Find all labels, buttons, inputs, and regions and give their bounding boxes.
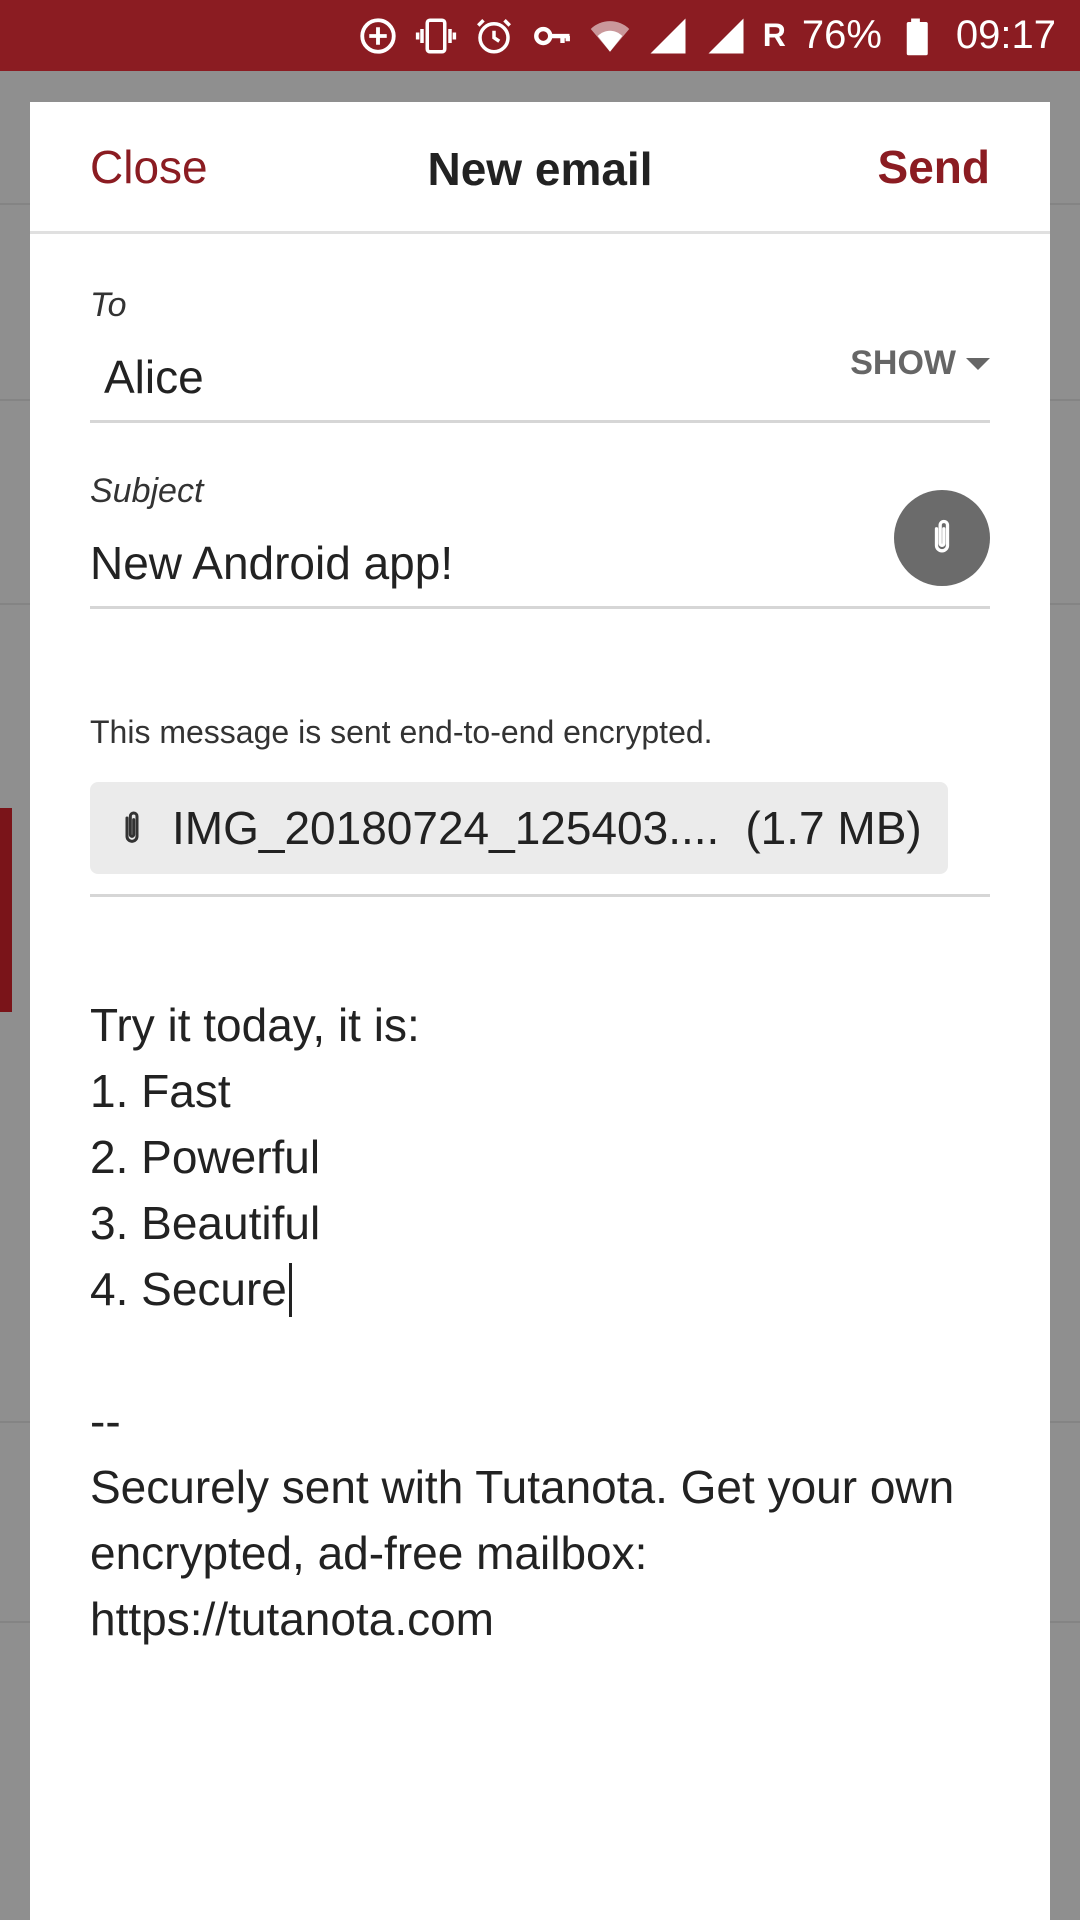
show-recipients-toggle[interactable]: SHOW [850,344,990,383]
alarm-icon [473,15,515,57]
body-line: Try it today, it is: [90,999,420,1051]
to-input[interactable] [104,350,704,404]
text-cursor [288,1263,292,1317]
signal-icon [647,15,689,57]
attachment-size: (1.7 MB) [745,802,922,854]
body-line: encrypted, ad-free mailbox: [90,1527,648,1579]
body-line: 3. Beautiful [90,1197,321,1249]
body-line: 4. Secure [90,1263,287,1315]
subject-input[interactable] [90,536,850,590]
body-line: 2. Powerful [90,1131,321,1183]
to-underline [90,420,990,423]
paperclip-icon [934,519,950,553]
signal-icon [705,15,747,57]
compose-dialog: Close New email Send To SHOW Subject Thi… [30,102,1050,1920]
battery-percent: 76% [801,13,882,57]
send-button[interactable]: Send [878,140,990,194]
body-line: 1. Fast [90,1065,231,1117]
vibrate-icon [415,15,457,57]
dialog-header: Close New email Send [30,102,1050,234]
clock: 09:17 [955,13,1056,57]
roaming-indicator: R [762,17,786,53]
body-line: Securely sent with Tutanota. Get your ow… [90,1461,955,1513]
chevron-down-icon [966,357,990,370]
body-line: https://tutanota.com [90,1593,495,1645]
to-label: To [90,286,127,324]
subject-field: Subject [90,472,990,612]
show-label: SHOW [850,344,956,382]
wifi-icon [589,15,631,57]
encryption-note: This message is sent end-to-end encrypte… [90,714,713,750]
attach-button[interactable] [894,490,990,586]
to-field: To SHOW [90,286,990,426]
background-selected-indicator [0,808,12,1012]
status-bar: R 76% 09:17 [0,0,1080,71]
add-circle-icon [357,15,399,57]
attachments-divider [90,894,990,897]
paperclip-icon [125,811,139,843]
attachment-name: IMG_20180724_125403.... [172,802,720,854]
attachment-chip[interactable]: IMG_20180724_125403.... (1.7 MB) [90,782,948,874]
message-body-editor[interactable]: Try it today, it is: 1. Fast 2. Powerful… [90,992,1010,1652]
body-line-with-cursor: 4. Secure [90,1256,1010,1322]
subject-underline [90,606,990,609]
body-line: -- [90,1395,121,1447]
status-icons: R 76% 09:17 [357,0,1056,71]
battery-icon [898,15,940,57]
vpn-key-icon [531,15,573,57]
body-line [90,1322,1010,1388]
subject-label: Subject [90,472,204,510]
